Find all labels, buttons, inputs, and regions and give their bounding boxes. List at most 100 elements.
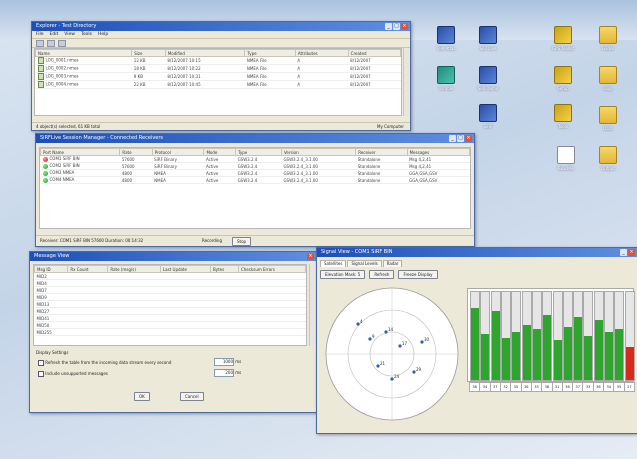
message-titlebar[interactable]: Message View × [30, 252, 316, 261]
refresh-option[interactable]: Refresh the table from the incoming data… [38, 360, 171, 366]
desktop-icon[interactable]: ReadMe [548, 146, 584, 171]
forward-icon[interactable] [47, 39, 55, 47]
menu-item[interactable]: View [64, 31, 75, 38]
column-header[interactable]: Attributes [294, 49, 349, 57]
column-header[interactable]: Checksum Errors [237, 265, 307, 273]
close-icon[interactable]: × [401, 23, 408, 30]
signal-toolbar-button[interactable]: Freeze Display [398, 270, 438, 279]
back-icon[interactable] [36, 39, 44, 47]
column-header[interactable]: Type [244, 49, 296, 57]
session-titlebar[interactable]: SiRFLive Session Manager - Connected Rec… [36, 134, 474, 143]
folder-up-icon[interactable] [58, 39, 66, 47]
checkbox-unsupported[interactable] [38, 371, 44, 377]
session-row[interactable]: COM2 SiRF BIN 57600 SiRF Binary Active GSW3.… [40, 162, 470, 170]
column-header[interactable]: Port Name [39, 148, 121, 156]
table-row[interactable]: MID4 [34, 279, 306, 287]
desktop-icon[interactable]: SiRFDemo [470, 66, 506, 91]
maximize-icon[interactable]: □ [393, 23, 400, 30]
column-header[interactable]: Rate (msg/s) [107, 265, 161, 273]
table-row[interactable]: MID50 [34, 321, 306, 329]
signal-toolbar-button[interactable]: Refresh [369, 270, 395, 279]
column-header[interactable]: Created [347, 49, 402, 57]
interval-input-1[interactable]: 1000 [214, 358, 234, 366]
desktop-icon[interactable]: Setup [545, 66, 581, 91]
desktop-icon[interactable]: Data [590, 106, 626, 131]
tab-signal[interactable]: Satellites [320, 260, 347, 267]
desktop-icon[interactable]: Output [590, 146, 626, 171]
explorer-scrollbar[interactable] [403, 48, 410, 116]
table-row[interactable]: MID9 [34, 293, 306, 301]
session-manager-window[interactable]: SiRFLive Session Manager - Connected Rec… [35, 133, 475, 247]
table-row[interactable]: MID41 [34, 314, 306, 322]
desktop-icon[interactable]: Tools [545, 104, 581, 129]
close-icon[interactable]: × [465, 135, 472, 142]
close-icon[interactable]: × [628, 249, 635, 256]
table-row[interactable]: LOG_0001.nmea 12 KB 8/12/2007 10:15 NMEA Fi… [35, 56, 401, 65]
table-cell [107, 293, 161, 301]
cell-text: 4800 [121, 177, 133, 183]
interval-input-2[interactable]: 200 [214, 369, 234, 377]
message-view-window[interactable]: Message View × Msg ID Rx Count Rate (msg/s… [29, 251, 317, 413]
table-row[interactable]: MID13 [34, 300, 306, 308]
minimize-icon[interactable]: _ [620, 249, 627, 256]
signal-toolbar-button[interactable]: Elevation Mask: 5 [320, 270, 366, 279]
table-row[interactable]: MID255 [34, 328, 306, 336]
column-header[interactable]: Last Update [159, 265, 212, 273]
session-row[interactable]: COM3 NMEA 4800 NMEA Active GSW3.2.4 GSW3.2.4_… [40, 169, 470, 177]
column-header[interactable]: Receiver [355, 148, 408, 156]
message-scrollbar[interactable] [309, 264, 316, 346]
menu-item[interactable]: Edit [50, 31, 59, 38]
table-row[interactable]: LOG_0002.nmea 18 KB 8/12/2007 10:22 NMEA Fi… [35, 64, 401, 73]
signal-bar [593, 291, 604, 381]
desktop-icon[interactable]: GPS Toolkit [545, 26, 581, 51]
explorer-titlebar[interactable]: Explorer - Test Directory _ □ × [32, 22, 410, 31]
column-header[interactable]: Protocol [151, 148, 205, 156]
minimize-icon[interactable]: _ [449, 135, 456, 142]
column-header[interactable]: Messages [406, 148, 471, 156]
column-header[interactable]: Type [235, 148, 282, 156]
signal-view-window[interactable]: Signal View - COM1 SiRF BIN _ × Satellite… [316, 247, 637, 434]
column-header[interactable]: Modified [164, 49, 246, 57]
table-row[interactable]: MID7 [34, 286, 306, 294]
column-header[interactable]: Msg ID [33, 265, 69, 273]
maximize-icon[interactable]: □ [457, 135, 464, 142]
column-header[interactable]: Version [280, 148, 357, 156]
interval-field-1[interactable]: 1000 ms [214, 358, 241, 366]
menu-item[interactable]: File [36, 31, 44, 38]
table-row[interactable]: LOG_0003.nmea 9 KB 8/12/2007 10:31 NMEA Fil… [35, 72, 401, 81]
desktop-icon[interactable]: SiRF [470, 104, 506, 129]
column-header[interactable]: Rate [119, 148, 153, 156]
ok-button[interactable]: OK [134, 392, 150, 401]
column-header[interactable]: Size [131, 49, 166, 57]
menu-item[interactable]: Help [98, 31, 108, 38]
tab-signal[interactable]: Radar [382, 260, 403, 267]
table-cell [160, 300, 211, 308]
desktop-icon-label: Trimble [438, 86, 454, 91]
column-header[interactable]: Rx Count [67, 265, 109, 273]
desktop-icon[interactable]: Folder [590, 26, 626, 51]
explorer-window[interactable]: Explorer - Test Directory _ □ × File Edit Vi… [31, 21, 411, 131]
cancel-button[interactable]: Cancel [180, 392, 204, 401]
desktop-icon[interactable]: Tele Atlas [428, 26, 464, 51]
tab-signal[interactable]: Signal Levels [347, 260, 382, 267]
table-row[interactable]: MID27 [34, 307, 306, 315]
table-row[interactable]: MID2 [34, 272, 306, 280]
interval-field-2[interactable]: 200 ms [214, 369, 241, 377]
menu-item[interactable]: Tools [81, 31, 92, 38]
column-header[interactable]: Name [34, 49, 133, 57]
minimize-icon[interactable]: _ [385, 23, 392, 30]
stop-button[interactable]: Stop [232, 237, 252, 246]
desktop-icon[interactable]: SiRFLive [470, 26, 506, 51]
desktop-icon[interactable]: Logs [590, 66, 626, 91]
session-row[interactable]: COM4 NMEA 4800 NMEA Active GSW3.2.4 GSW3.2.4_… [40, 176, 470, 184]
signal-titlebar[interactable]: Signal View - COM1 SiRF BIN _ × [317, 248, 637, 257]
checkbox-refresh[interactable] [38, 360, 44, 366]
unsupported-option[interactable]: Include unsupported messages [38, 371, 108, 377]
desktop-icon[interactable]: Trimble [428, 66, 464, 91]
cell-text: 4800 [121, 170, 133, 176]
table-row[interactable]: LOG_0004.nmea 22 KB 8/12/2007 10:45 NMEA Fi… [35, 80, 401, 89]
column-header[interactable]: Mode [203, 148, 237, 156]
session-row[interactable]: COM1 SiRF BIN 57600 SiRF Binary Active GSW3.… [40, 155, 470, 163]
column-header[interactable]: Bytes [210, 265, 239, 273]
close-icon[interactable]: × [307, 253, 314, 260]
